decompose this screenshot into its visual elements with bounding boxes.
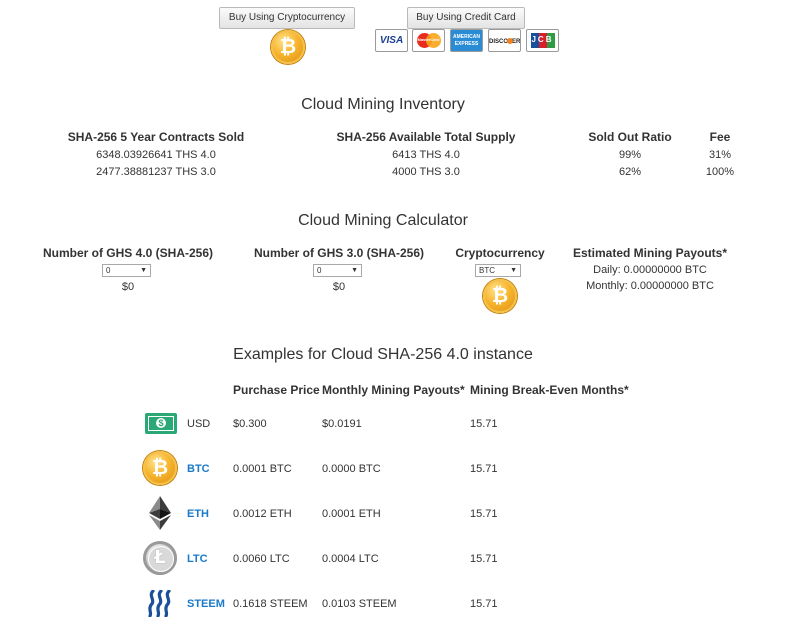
ghs40-label: Number of GHS 4.0 (SHA-256) bbox=[42, 246, 214, 260]
row-symbol: USD bbox=[187, 418, 211, 430]
chevron-down-icon: ▼ bbox=[140, 267, 147, 274]
payouts-label: Estimated Mining Payouts* bbox=[572, 246, 728, 260]
jcb-logo: JCB bbox=[526, 29, 559, 52]
inventory-cell: 99% bbox=[618, 149, 642, 161]
row-price: 0.0001 BTC bbox=[233, 463, 292, 475]
payouts-daily: Daily: 0.00000000 BTC bbox=[593, 264, 707, 276]
row-price: 0.0012 ETH bbox=[233, 508, 292, 520]
row-breakeven: 15.71 bbox=[470, 418, 498, 430]
inventory-cell: 6348.03926641 THS 4.0 bbox=[96, 149, 216, 161]
inventory-title: Cloud Mining Inventory bbox=[301, 96, 465, 113]
payouts-monthly: Monthly: 0.00000000 BTC bbox=[586, 280, 714, 292]
bitcoin-icon: ₿ bbox=[483, 279, 517, 313]
ghs30-select[interactable]: 0 ▼ bbox=[313, 264, 362, 277]
inventory-cell: 100% bbox=[705, 166, 735, 178]
row-price: $0.300 bbox=[233, 418, 267, 430]
inventory-cell: 62% bbox=[618, 166, 642, 178]
examples-header-breakeven: Mining Break-Even Months* bbox=[470, 383, 629, 397]
inventory-cell: 4000 THS 3.0 bbox=[392, 166, 460, 178]
steem-icon bbox=[148, 590, 171, 617]
litecoin-icon: Ł bbox=[143, 541, 177, 575]
row-monthly: 0.0001 ETH bbox=[322, 508, 381, 520]
ghs40-select[interactable]: 0 ▼ bbox=[102, 264, 151, 277]
row-price: 0.1618 STEEM bbox=[233, 598, 308, 610]
row-symbol-link[interactable]: ETH bbox=[187, 508, 209, 520]
examples-header-monthly: Monthly Mining Payouts* bbox=[322, 383, 465, 397]
ghs40-cost: $0 bbox=[121, 281, 135, 293]
chevron-down-icon: ▼ bbox=[351, 267, 358, 274]
buy-crypto-button[interactable]: Buy Using Cryptocurrency bbox=[219, 7, 355, 29]
row-symbol-link[interactable]: BTC bbox=[187, 463, 210, 475]
row-symbol-link[interactable]: STEEM bbox=[187, 598, 225, 610]
row-breakeven: 15.71 bbox=[470, 598, 498, 610]
crypto-select[interactable]: BTC ▼ bbox=[475, 264, 521, 277]
inventory-header-ratio: Sold Out Ratio bbox=[588, 130, 672, 144]
row-monthly: 0.0103 STEEM bbox=[322, 598, 397, 610]
inventory-header-contracts: SHA-256 5 Year Contracts Sold bbox=[67, 130, 245, 144]
crypto-label: Cryptocurrency bbox=[455, 246, 545, 260]
discover-logo: DISCOVER bbox=[488, 29, 521, 52]
row-breakeven: 15.71 bbox=[470, 508, 498, 520]
mastercard-logo: MasterCard bbox=[412, 29, 445, 52]
examples-header-price: Purchase Price bbox=[233, 383, 320, 397]
buy-card-button[interactable]: Buy Using Credit Card bbox=[407, 7, 525, 29]
ghs30-label: Number of GHS 3.0 (SHA-256) bbox=[253, 246, 425, 260]
row-symbol-link[interactable]: LTC bbox=[187, 553, 208, 565]
usd-icon: $ bbox=[145, 413, 177, 434]
inventory-cell: 6413 THS 4.0 bbox=[392, 149, 460, 161]
row-price: 0.0060 LTC bbox=[233, 553, 290, 565]
inventory-cell: 2477.38881237 THS 3.0 bbox=[96, 166, 216, 178]
row-breakeven: 15.71 bbox=[470, 553, 498, 565]
ethereum-icon bbox=[149, 496, 171, 530]
row-breakeven: 15.71 bbox=[470, 463, 498, 475]
bitcoin-icon[interactable]: ₿ bbox=[271, 30, 305, 64]
row-monthly: $0.0191 bbox=[322, 418, 362, 430]
ghs30-cost: $0 bbox=[332, 281, 346, 293]
row-monthly: 0.0000 BTC bbox=[322, 463, 381, 475]
calculator-title: Cloud Mining Calculator bbox=[298, 212, 468, 229]
row-monthly: 0.0004 LTC bbox=[322, 553, 379, 565]
amex-logo: AMERICAN EXPRESS bbox=[450, 29, 483, 52]
chevron-down-icon: ▼ bbox=[510, 267, 517, 274]
inventory-cell: 31% bbox=[708, 149, 732, 161]
bitcoin-icon: ₿ bbox=[143, 451, 177, 485]
inventory-header-supply: SHA-256 Available Total Supply bbox=[336, 130, 516, 144]
examples-title: Examples for Cloud SHA-256 4.0 instance bbox=[233, 346, 533, 363]
visa-logo: VISA bbox=[375, 29, 408, 52]
inventory-header-fee: Fee bbox=[709, 130, 731, 144]
